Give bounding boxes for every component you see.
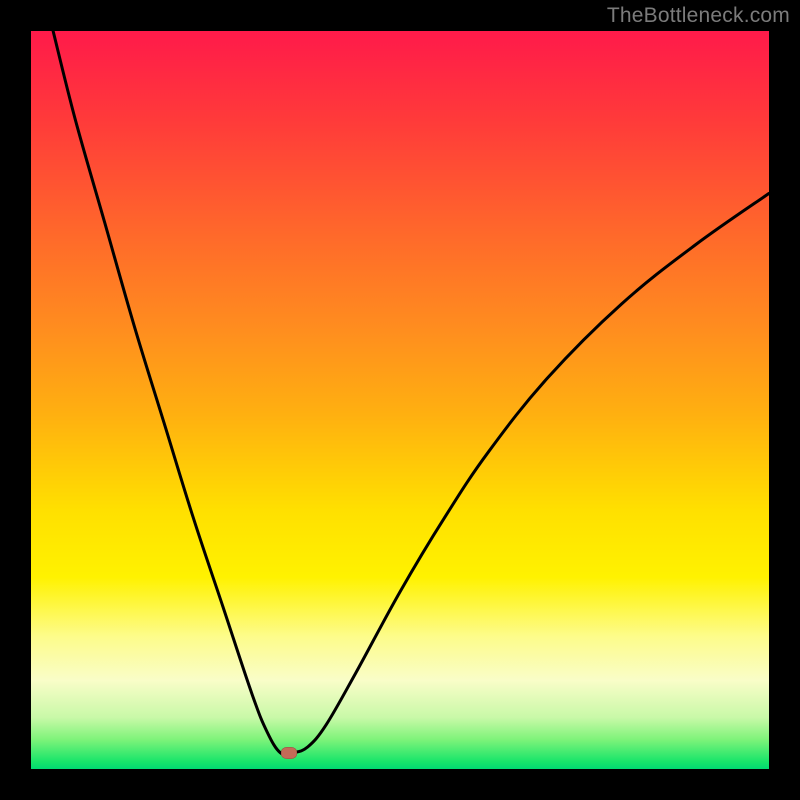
plot-area [31, 31, 769, 769]
watermark-text: TheBottleneck.com [607, 4, 790, 28]
optimal-point-marker [281, 747, 297, 759]
chart-frame: TheBottleneck.com [0, 0, 800, 800]
bottleneck-curve [31, 31, 769, 769]
curve-path [53, 31, 769, 755]
